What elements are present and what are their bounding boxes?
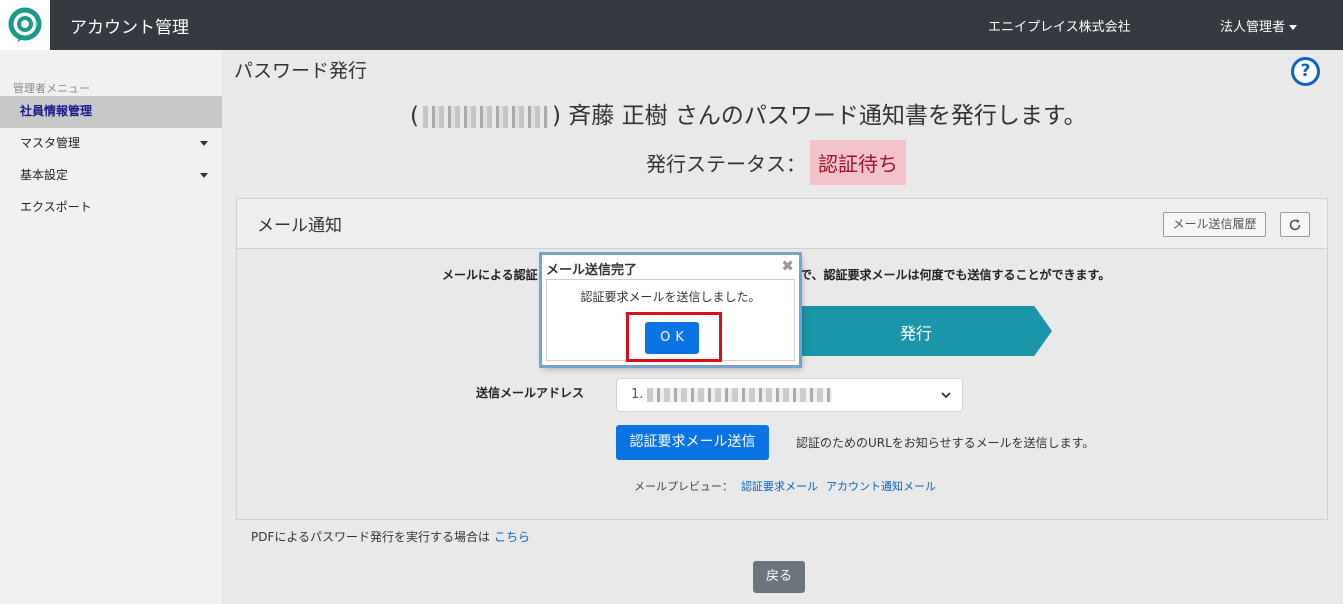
sidebar-item-export[interactable]: エクスポート [0, 192, 222, 224]
user-menu-label: 法人管理者 [1220, 20, 1286, 35]
issue-step-arrow: 発行 [798, 306, 1052, 356]
ok-button[interactable]: OK [645, 322, 699, 354]
sidebar-item-label: 社員情報管理 [20, 104, 93, 118]
status-label: 発行ステータス： [646, 152, 806, 176]
step-label: 発行 [900, 324, 933, 343]
sidebar-item-label: 基本設定 [20, 168, 69, 182]
user-menu[interactable]: 法人管理者 [1220, 16, 1298, 35]
pdf-issue-row: PDFによるパスワード発行を実行する場合は こちら [251, 528, 530, 545]
preview-link-auth-mail[interactable]: 認証要求メール [741, 480, 818, 493]
sidebar-item-basic-settings[interactable]: 基本設定 [0, 160, 222, 192]
send-description: 認証のためのURLをお知らせするメールを送信します。 [796, 436, 1095, 450]
sidebar-item-master[interactable]: マスタ管理 [0, 128, 222, 160]
top-navbar: アカウント管理 エニイプレイス株式会社 法人管理者 [0, 0, 1343, 50]
pdf-link[interactable]: こちら [494, 530, 530, 544]
address-prefix: 1. [631, 387, 644, 402]
mail-preview-row: メールプレビュー： 認証要求メール アカウント通知メール [634, 478, 936, 494]
chevron-down-icon [1289, 25, 1298, 30]
redacted-employee-id [422, 105, 548, 128]
card-title: メール通知 [257, 216, 342, 236]
notice-text-right: で、認証要求メールは何度でも送信することができます。 [800, 268, 1111, 282]
redacted-email [647, 387, 833, 402]
headline-text: 斉藤 正樹 さんのパスワード通知書を発行します。 [568, 103, 1087, 129]
preview-label: メールプレビュー： [634, 480, 733, 493]
app-logo[interactable] [0, 0, 50, 50]
mail-history-button[interactable]: メール送信履歴 [1163, 212, 1266, 237]
address-select[interactable]: 1. [616, 378, 963, 412]
page-title: パスワード発行 [234, 60, 368, 82]
refresh-button[interactable] [1280, 212, 1310, 237]
headline-close-paren: ) [551, 103, 561, 129]
logo-icon [8, 7, 42, 42]
address-label: 送信メールアドレス [476, 386, 585, 400]
sidebar-item-label: マスタ管理 [20, 136, 81, 150]
preview-link-account-mail[interactable]: アカウント通知メール [826, 480, 936, 493]
chevron-down-icon [941, 392, 951, 399]
dialog-message: 認証要求メールを送信しました。 [580, 290, 761, 304]
status-badge: 認証待ち [810, 140, 906, 185]
pdf-text: PDFによるパスワード発行を実行する場合は [251, 530, 491, 544]
sidebar-header: 管理者メニュー [13, 82, 90, 95]
refresh-icon [1289, 218, 1301, 230]
company-name: エニイプレイス株式会社 [988, 20, 1131, 35]
card-header: メール通知 メール送信履歴 [237, 199, 1327, 249]
notice-text-left: メールによる認証 [442, 268, 538, 282]
app-title: アカウント管理 [70, 18, 189, 38]
send-auth-mail-button[interactable]: 認証要求メール送信 [616, 425, 769, 460]
help-icon[interactable]: ? [1291, 57, 1320, 86]
issue-status: 発行ステータス： 認証待ち [646, 140, 906, 185]
sidebar-item-label: エクスポート [20, 200, 92, 214]
dialog-body: 認証要求メールを送信しました。 OK [546, 279, 795, 362]
headline-open-paren: ( [410, 103, 419, 129]
back-button[interactable]: 戻る [753, 561, 805, 593]
sidebar-item-employee-info[interactable]: 社員情報管理 [0, 96, 222, 128]
close-icon[interactable]: ✖ [781, 257, 794, 275]
chevron-down-icon [200, 173, 208, 178]
mail-sent-dialog: メール送信完了 ✖ 認証要求メールを送信しました。 OK [541, 254, 800, 366]
sidebar: 管理者メニュー 社員情報管理 マスタ管理 基本設定 エクスポート [0, 50, 222, 604]
chevron-down-icon [200, 141, 208, 146]
dialog-title: メール送信完了 [546, 263, 638, 278]
